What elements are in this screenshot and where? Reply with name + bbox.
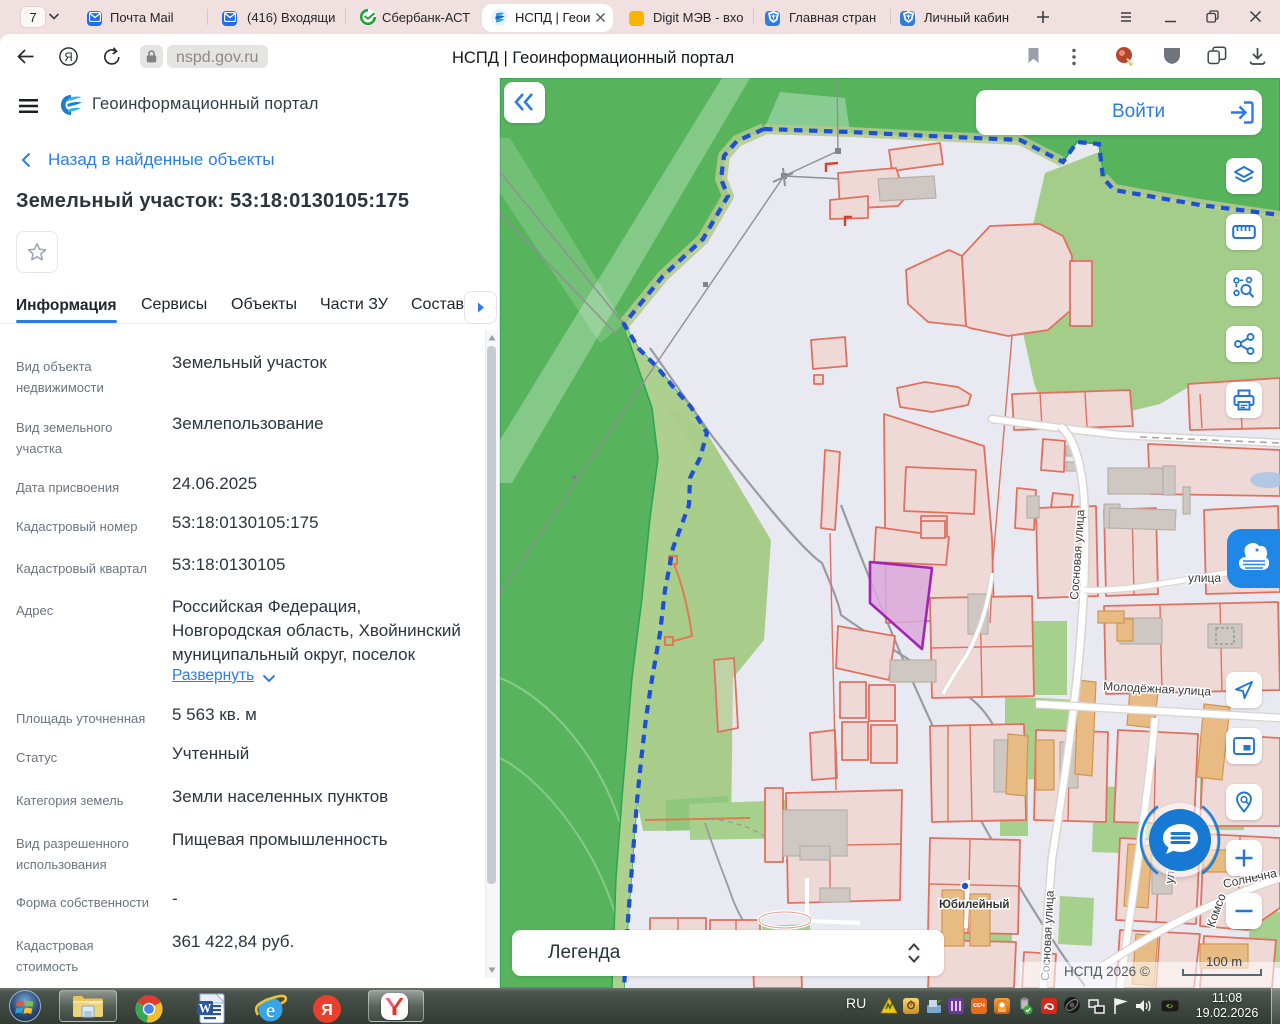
svg-text:Я: Я	[321, 1002, 333, 1019]
svg-text:улица: улица	[1188, 571, 1221, 585]
svg-text:W: W	[199, 1002, 212, 1016]
svg-text:e: e	[266, 998, 275, 1022]
svg-text:Юбилейный: Юбилейный	[939, 899, 1010, 911]
svg-text:Я: Я	[64, 52, 72, 64]
